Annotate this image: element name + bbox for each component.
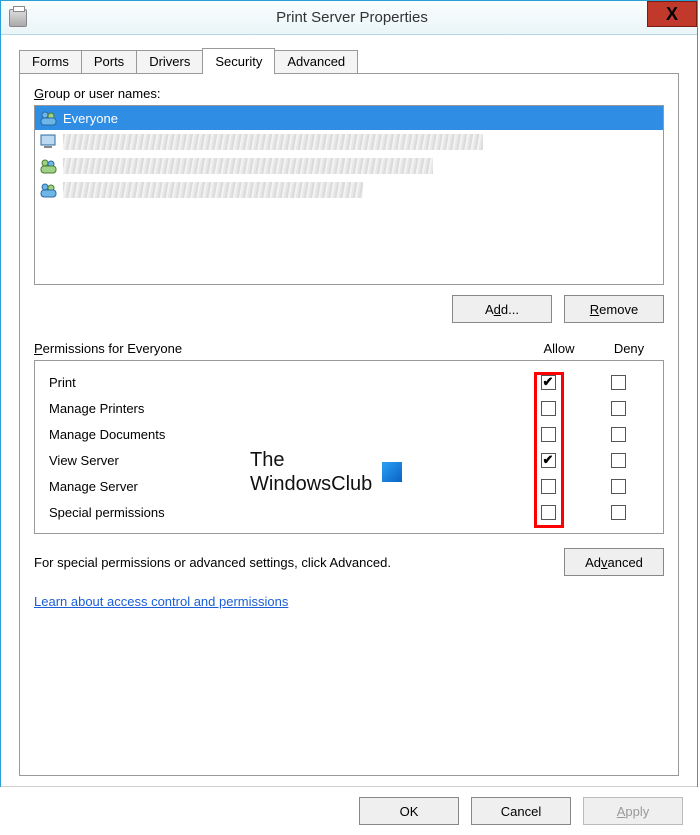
col-deny: Deny (594, 341, 664, 356)
perm-name: Manage Printers (45, 401, 513, 416)
perm-row: Manage Printers (45, 395, 653, 421)
checkbox-allow[interactable] (541, 479, 556, 494)
tab-security-label: Security (215, 54, 262, 69)
perm-deny-cell (583, 453, 653, 468)
perm-deny-cell (583, 375, 653, 390)
perm-deny-cell (583, 427, 653, 442)
group-label-text: roup or user names: (44, 86, 160, 101)
perm-row: Manage Documents (45, 421, 653, 447)
permissions-header: Permissions for Everyone Allow Deny (34, 341, 664, 356)
group-icon (39, 109, 59, 127)
col-allow: Allow (524, 341, 594, 356)
client-area: Forms Ports Drivers Security Advanced Gr… (1, 35, 697, 786)
checkbox-allow[interactable] (541, 401, 556, 416)
list-item-redacted-3[interactable] (35, 178, 663, 202)
perm-name: View Server (45, 453, 513, 468)
help-link-row: Learn about access control and permissio… (34, 594, 664, 609)
list-item-redacted-1[interactable] (35, 130, 663, 154)
checkbox-deny[interactable] (611, 453, 626, 468)
checkbox-allow[interactable] (541, 453, 556, 468)
tab-ports-label: Ports (94, 54, 124, 69)
perm-deny-cell (583, 401, 653, 416)
perm-deny-cell (583, 505, 653, 520)
perm-name: Manage Server (45, 479, 513, 494)
tab-ports[interactable]: Ports (81, 50, 137, 73)
window-title: Print Server Properties (7, 9, 697, 26)
titlebar: Print Server Properties X (1, 1, 697, 35)
checkbox-deny[interactable] (611, 401, 626, 416)
tabstrip: Forms Ports Drivers Security Advanced (19, 47, 679, 73)
checkbox-deny[interactable] (611, 505, 626, 520)
cancel-button[interactable]: Cancel (471, 797, 571, 825)
add-button[interactable]: Add... (452, 295, 552, 323)
dialog-buttons: OK Cancel Apply (1, 786, 697, 835)
checkbox-allow[interactable] (541, 375, 556, 390)
help-link[interactable]: Learn about access control and permissio… (34, 594, 288, 609)
perm-allow-cell (513, 401, 583, 416)
footnote-text: For special permissions or advanced sett… (34, 555, 552, 570)
footnote-row: For special permissions or advanced sett… (34, 548, 664, 576)
perm-allow-cell (513, 427, 583, 442)
tab-forms-label: Forms (32, 54, 69, 69)
perm-name: Print (45, 375, 513, 390)
checkbox-deny[interactable] (611, 375, 626, 390)
perm-deny-cell (583, 479, 653, 494)
redacted-text (63, 158, 433, 174)
tab-advanced[interactable]: Advanced (274, 50, 358, 73)
perm-row: Manage Server (45, 473, 653, 499)
dialog-window: Print Server Properties X Forms Ports Dr… (0, 0, 698, 787)
tab-drivers-label: Drivers (149, 54, 190, 69)
group-icon (39, 157, 59, 175)
advanced-button[interactable]: Advanced (564, 548, 664, 576)
perm-allow-cell (513, 505, 583, 520)
permissions-for-label: ermissions for Everyone (43, 341, 182, 356)
perm-allow-cell (513, 375, 583, 390)
perm-row: View Server (45, 447, 653, 473)
perm-allow-cell (513, 453, 583, 468)
tabpanel-security: Group or user names: Everyone (19, 73, 679, 776)
perm-row: Special permissions (45, 499, 653, 525)
user-listbox[interactable]: Everyone (34, 105, 664, 285)
list-item-everyone-label: Everyone (63, 111, 118, 126)
list-item-redacted-2[interactable] (35, 154, 663, 178)
tab-forms[interactable]: Forms (19, 50, 82, 73)
computer-icon (39, 133, 59, 151)
checkbox-deny[interactable] (611, 427, 626, 442)
checkbox-deny[interactable] (611, 479, 626, 494)
list-item-everyone[interactable]: Everyone (35, 106, 663, 130)
tab-drivers[interactable]: Drivers (136, 50, 203, 73)
perm-allow-cell (513, 479, 583, 494)
apply-button[interactable]: Apply (583, 797, 683, 825)
tab-advanced-label: Advanced (287, 54, 345, 69)
close-button[interactable]: X (647, 1, 697, 27)
checkbox-allow[interactable] (541, 427, 556, 442)
perm-name: Special permissions (45, 505, 513, 520)
redacted-text (63, 182, 363, 198)
remove-button[interactable]: Remove (564, 295, 664, 323)
redacted-text (63, 134, 483, 150)
ok-button[interactable]: OK (359, 797, 459, 825)
user-buttons: Add... Remove (34, 295, 664, 323)
printer-icon (9, 9, 27, 27)
checkbox-allow[interactable] (541, 505, 556, 520)
close-icon: X (666, 4, 678, 25)
permissions-box: Print Manage Printers Manage Documents View… (34, 360, 664, 534)
tab-security[interactable]: Security (202, 48, 275, 74)
perm-name: Manage Documents (45, 427, 513, 442)
group-label: Group or user names: (34, 86, 664, 101)
perm-row: Print (45, 369, 653, 395)
group-icon (39, 181, 59, 199)
